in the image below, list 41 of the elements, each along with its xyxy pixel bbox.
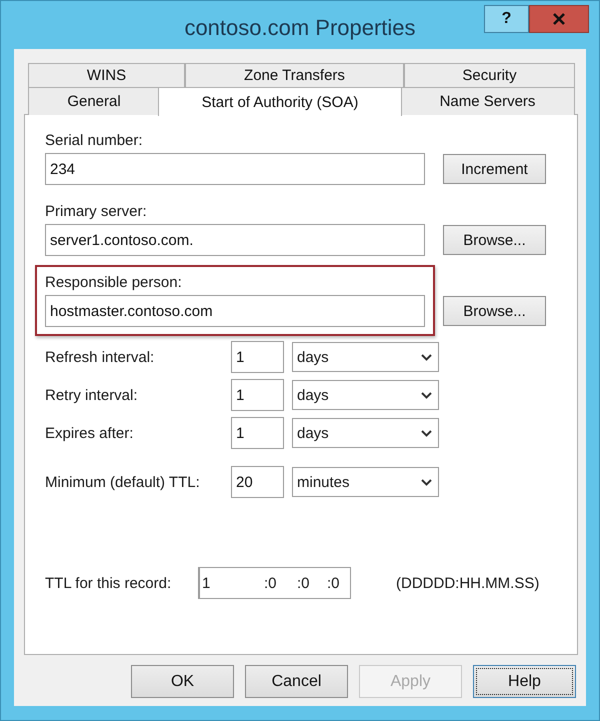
dialog-button[interactable]: OK [131,665,234,698]
tab[interactable]: Name Servers [400,87,575,115]
number-field[interactable]: 20 [231,466,284,498]
help-button[interactable]: ? [484,5,529,33]
interval-label: Retry interval: [45,386,139,404]
ttl-label: TTL for this record: [45,574,172,592]
interval-label: Minimum (default) TTL: [45,474,201,490]
text-field[interactable]: server1.contoso.com. [45,224,425,256]
number-field[interactable]: 1 [231,417,284,449]
ttl-field[interactable]: 1 :0 :0 :0 [198,567,351,599]
chevron-down-icon [421,392,432,398]
number-field[interactable]: 1 [231,379,284,411]
text-field[interactable]: hostmaster.contoso.com [45,295,425,327]
field-label: Primary server: [45,203,148,220]
unit-dropdown[interactable]: minutes [292,467,439,497]
action-button[interactable]: Browse... [443,296,546,326]
action-button[interactable]: Browse... [443,225,546,255]
close-icon [552,13,566,25]
window-title: contoso.com Properties [184,15,416,41]
tab[interactable]: Start of Authority (SOA) [158,87,402,116]
action-button[interactable]: Increment [443,154,546,184]
number-field[interactable]: 1 [231,341,284,373]
tab[interactable]: Zone Transfers [185,63,404,87]
tab[interactable]: WINS [28,63,185,87]
unit-dropdown[interactable]: days [292,418,439,448]
text-field[interactable]: 234 [45,153,425,185]
tab[interactable]: Security [404,63,575,87]
chevron-down-icon [421,430,432,436]
chevron-down-icon [421,354,432,360]
interval-label: Refresh interval: [45,348,156,366]
dialog-button[interactable]: Cancel [245,665,348,698]
unit-dropdown[interactable]: days [292,380,439,410]
field-label: Responsible person: [45,274,183,291]
field-label: Serial number: [45,132,144,149]
format-hint: (DDDDD:HH.MM.SS) [396,574,540,592]
unit-dropdown[interactable]: days [292,342,439,372]
interval-label: Expires after: [45,424,134,442]
dialog-button[interactable]: Help [473,665,576,698]
tab[interactable]: General [28,87,160,115]
close-button[interactable] [529,5,589,33]
chevron-down-icon [421,478,432,486]
